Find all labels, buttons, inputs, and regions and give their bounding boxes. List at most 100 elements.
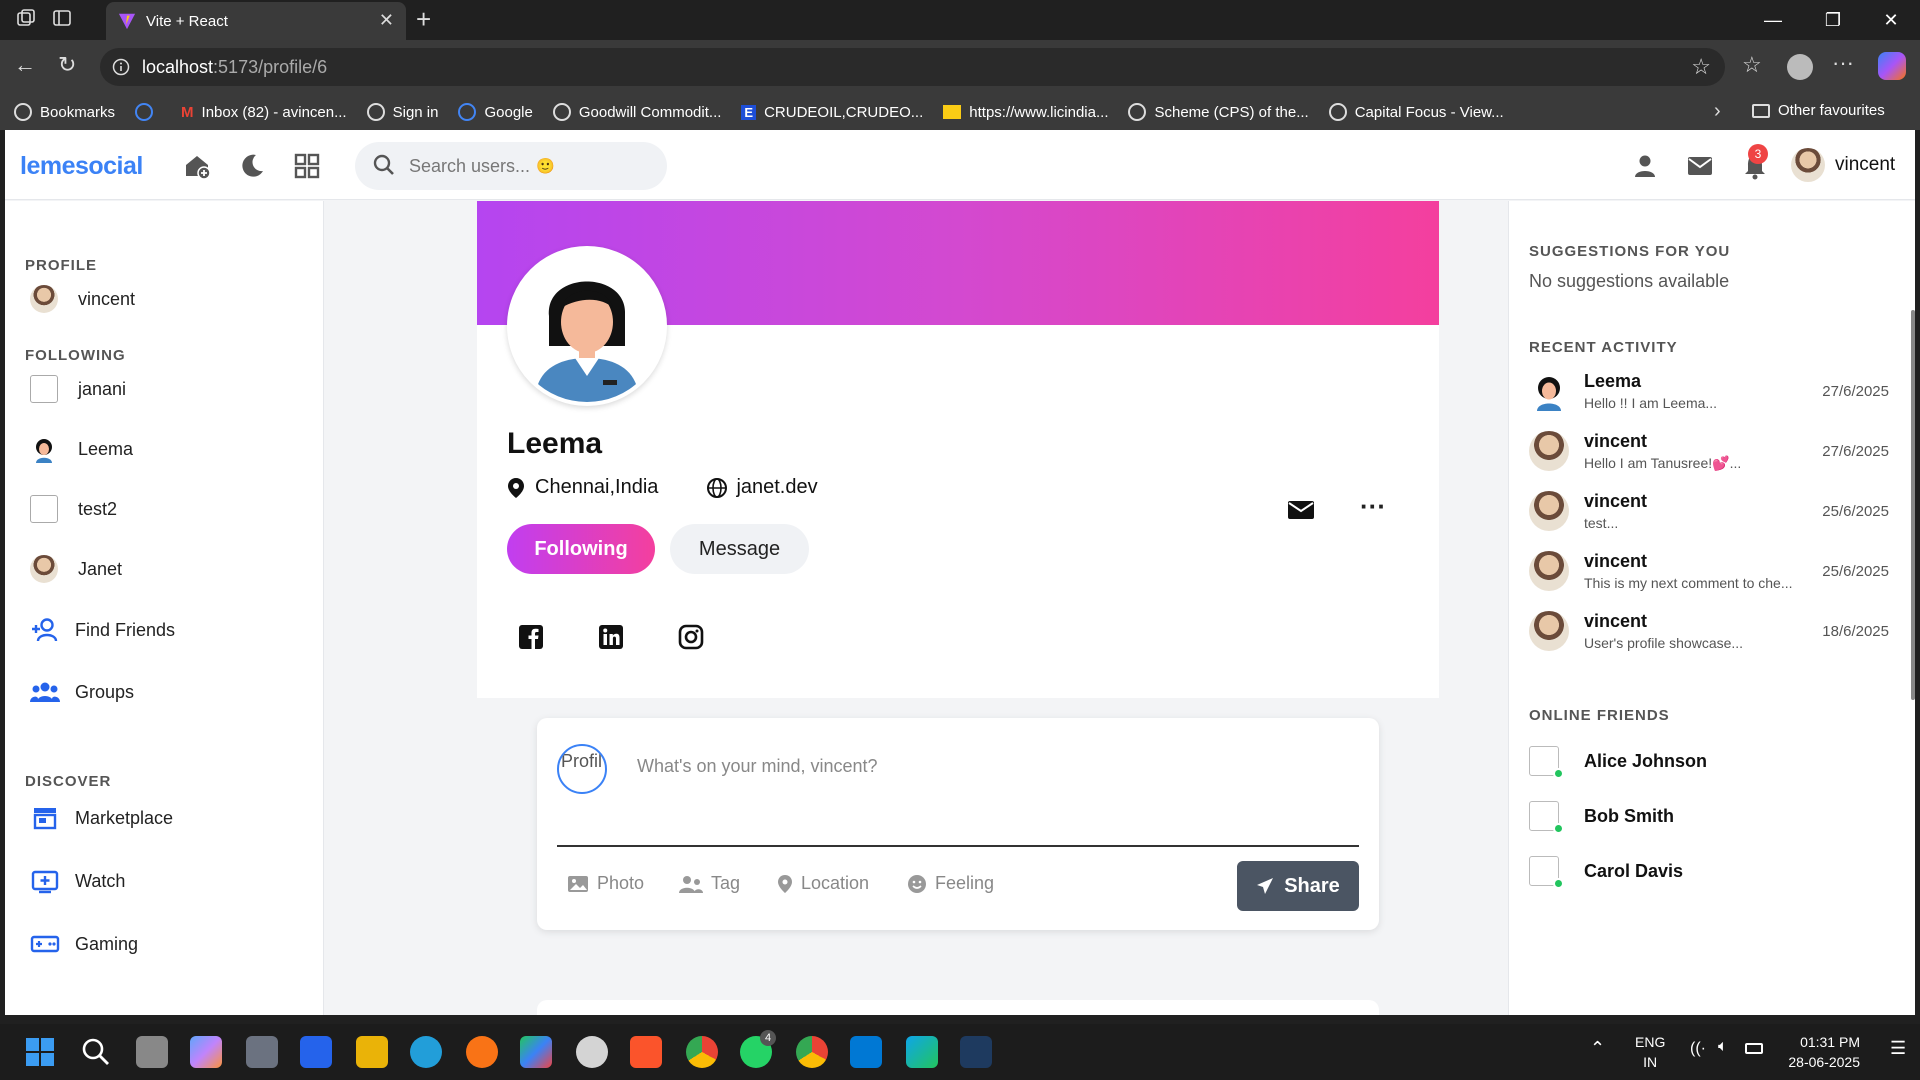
activity-item[interactable]: vincent User's profile showcase... 18/6/… bbox=[1529, 611, 1889, 661]
edge-icon[interactable] bbox=[906, 1036, 938, 1068]
new-tab-icon[interactable]: + bbox=[416, 4, 431, 35]
sidebar-item-groups[interactable]: Groups bbox=[30, 678, 134, 706]
search-users-input[interactable]: Search users... 🙂 bbox=[355, 142, 667, 190]
bookmark-goodwill[interactable]: Goodwill Commodit... bbox=[552, 103, 721, 121]
mail-icon[interactable] bbox=[1287, 496, 1315, 524]
battery-icon[interactable] bbox=[1745, 1043, 1763, 1054]
windows-start-icon[interactable] bbox=[24, 1036, 56, 1068]
sidebar-item-watch[interactable]: Watch bbox=[30, 867, 125, 895]
photos-icon[interactable] bbox=[300, 1036, 332, 1068]
chrome-profile-icon[interactable] bbox=[796, 1036, 828, 1068]
instagram-icon[interactable] bbox=[677, 623, 705, 651]
page-scrollbar[interactable] bbox=[1911, 310, 1915, 700]
post-input[interactable]: What's on your mind, vincent? bbox=[637, 756, 878, 777]
bookmark-google-g[interactable] bbox=[135, 103, 161, 121]
chrome-icon[interactable] bbox=[686, 1036, 718, 1068]
bookmark-capital-focus[interactable]: Capital Focus - View... bbox=[1328, 103, 1504, 121]
activity-item[interactable]: vincent test... 25/6/2025 bbox=[1529, 491, 1889, 541]
bookmark-gmail[interactable]: M Inbox (82) - avincen... bbox=[181, 104, 347, 121]
home-add-icon[interactable] bbox=[183, 152, 211, 180]
sidebar-item-gaming[interactable]: Gaming bbox=[30, 930, 138, 958]
brave-icon[interactable] bbox=[630, 1036, 662, 1068]
profile-icon[interactable] bbox=[1787, 54, 1813, 80]
other-favourites[interactable]: Other favourites bbox=[1752, 102, 1885, 119]
sidebar-item-janani[interactable]: janani bbox=[30, 375, 126, 403]
copilot-icon[interactable] bbox=[190, 1036, 222, 1068]
whatsapp-icon[interactable]: 4 bbox=[740, 1030, 776, 1068]
bookmark-sign-in[interactable]: Sign in bbox=[366, 103, 438, 121]
restore-icon[interactable]: ❐ bbox=[1804, 0, 1862, 40]
app-icon[interactable] bbox=[960, 1036, 992, 1068]
chevron-up-icon[interactable]: ⌃ bbox=[1590, 1038, 1605, 1059]
site-info-icon[interactable] bbox=[112, 58, 130, 76]
avatar bbox=[1529, 551, 1569, 591]
activity-item[interactable]: Leema Hello !! I am Leema... 27/6/2025 bbox=[1529, 371, 1889, 421]
favorite-star-icon[interactable]: ☆ bbox=[1691, 54, 1711, 80]
tab-close-icon[interactable]: ✕ bbox=[379, 10, 394, 31]
back-icon[interactable]: ← bbox=[14, 52, 36, 78]
favorites-icon[interactable]: ☆ bbox=[1742, 52, 1762, 78]
bookmark-bookmarks[interactable]: Bookmarks bbox=[14, 103, 115, 121]
file-explorer-icon[interactable] bbox=[356, 1036, 388, 1068]
bookmark-licindia[interactable]: https://www.licindia... bbox=[943, 104, 1108, 121]
sidebar-item-leema[interactable]: Leema bbox=[30, 435, 133, 463]
copilot-icon[interactable] bbox=[1878, 52, 1906, 80]
following-button[interactable]: Following bbox=[507, 524, 655, 574]
app-icon[interactable] bbox=[576, 1036, 608, 1068]
bookmark-crudeoil[interactable]: E CRUDEOIL,CRUDEO... bbox=[741, 104, 923, 121]
language-indicator[interactable]: ENG IN bbox=[1635, 1032, 1665, 1072]
app-logo[interactable]: lemesocial bbox=[20, 152, 143, 181]
broken-image-icon bbox=[30, 495, 58, 523]
share-button[interactable]: Share bbox=[1237, 861, 1359, 911]
tab-actions-icon[interactable] bbox=[52, 8, 72, 28]
dark-mode-moon-icon[interactable] bbox=[238, 152, 266, 180]
volume-icon[interactable]: 🔈︎ bbox=[1718, 1038, 1728, 1056]
telegram-icon[interactable] bbox=[410, 1036, 442, 1068]
workspaces-icon[interactable] bbox=[16, 8, 36, 28]
broken-image-icon bbox=[1529, 801, 1564, 834]
activity-item[interactable]: vincent Hello I am Tanusree!💕... 27/6/20… bbox=[1529, 431, 1889, 481]
minimize-icon[interactable]: — bbox=[1744, 0, 1802, 40]
refresh-icon[interactable]: ↻ bbox=[58, 52, 76, 78]
wifi-icon[interactable]: ((· bbox=[1690, 1040, 1706, 1058]
firefox-icon[interactable] bbox=[466, 1036, 498, 1068]
feeling-button[interactable]: Feeling bbox=[907, 873, 994, 894]
activity-item[interactable]: vincent This is my next comment to che..… bbox=[1529, 551, 1889, 601]
online-friend-item[interactable]: Alice Johnson bbox=[1529, 746, 1707, 779]
notification-center-icon[interactable]: ☰ bbox=[1890, 1038, 1906, 1059]
profile-website[interactable]: janet.dev bbox=[706, 476, 841, 499]
m365-icon[interactable] bbox=[520, 1036, 552, 1068]
apps-grid-icon[interactable] bbox=[293, 152, 321, 180]
online-friend-item[interactable]: Carol Davis bbox=[1529, 856, 1683, 889]
calculator-icon[interactable] bbox=[246, 1036, 278, 1068]
female-avatar-icon bbox=[511, 250, 663, 402]
header-user-menu[interactable]: vincent bbox=[1791, 148, 1895, 182]
facebook-icon[interactable] bbox=[517, 623, 545, 651]
sidebar-item-janet[interactable]: Janet bbox=[30, 555, 122, 583]
task-view-icon[interactable] bbox=[136, 1036, 168, 1068]
sidebar-item-test2[interactable]: test2 bbox=[30, 495, 117, 523]
clock[interactable]: 01:31 PM 28-06-2025 bbox=[1788, 1032, 1860, 1072]
bookmark-google[interactable]: Google bbox=[458, 103, 533, 121]
window-close-icon[interactable]: ✕ bbox=[1862, 0, 1920, 40]
location-button[interactable]: Location bbox=[777, 873, 869, 894]
mail-icon[interactable] bbox=[1686, 152, 1714, 180]
bookmark-scheme[interactable]: Scheme (CPS) of the... bbox=[1128, 103, 1309, 121]
more-icon[interactable]: ··· bbox=[1832, 50, 1854, 76]
sidebar-item-marketplace[interactable]: Marketplace bbox=[30, 804, 173, 832]
vscode-icon[interactable] bbox=[850, 1036, 882, 1068]
linkedin-icon[interactable] bbox=[597, 623, 625, 651]
tag-button[interactable]: Tag bbox=[679, 873, 740, 894]
url-field[interactable]: localhost:5173/profile/6 ☆ bbox=[100, 48, 1725, 86]
message-button[interactable]: Message bbox=[670, 524, 809, 574]
chevron-right-icon[interactable]: › bbox=[1714, 100, 1721, 123]
sidebar-item-find-friends[interactable]: Find Friends bbox=[30, 616, 175, 644]
more-options-icon[interactable]: ··· bbox=[1360, 491, 1386, 522]
search-icon[interactable] bbox=[80, 1036, 112, 1068]
profile-picture[interactable] bbox=[507, 246, 667, 406]
sidebar-item-profile[interactable]: vincent bbox=[30, 285, 135, 313]
online-friend-item[interactable]: Bob Smith bbox=[1529, 801, 1674, 834]
photo-button[interactable]: Photo bbox=[567, 873, 644, 894]
browser-tab[interactable]: Vite + React ✕ bbox=[106, 2, 406, 40]
user-icon[interactable] bbox=[1631, 152, 1659, 180]
